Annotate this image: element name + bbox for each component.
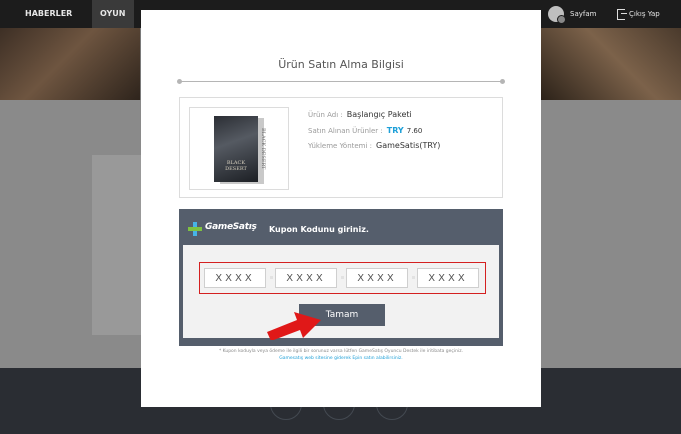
- product-name-value: Başlangıç Paketi: [346, 110, 412, 119]
- product-price-label: Satın Alınan Ürünler :: [308, 127, 383, 135]
- gamesatis-logo: GameSatış: [188, 221, 262, 237]
- logout-link[interactable]: Çıkış Yap: [629, 0, 660, 28]
- gamesatis-plus-icon: [188, 222, 202, 236]
- coupon-code-input-4[interactable]: [417, 268, 479, 288]
- coupon-form: Tamam: [183, 245, 499, 338]
- input-separator: [341, 276, 344, 279]
- purchase-info-modal: Ürün Satın Alma Bilgisi BLACK DESERT BLA…: [141, 10, 541, 407]
- game-box-title: BLACK DESERT: [225, 160, 247, 172]
- nav-item-oyun[interactable]: OYUN: [92, 0, 134, 28]
- coupon-code-input-3[interactable]: [346, 268, 408, 288]
- game-box-side-title: BLACK DESERT: [260, 128, 266, 170]
- nav-item-haberler[interactable]: HABERLER: [25, 0, 72, 28]
- product-name-row: Ürün Adı : Başlangıç Paketi: [308, 110, 412, 119]
- input-separator: [270, 276, 273, 279]
- epin-link[interactable]: Gamesatış web sitesine giderek Epin satı…: [141, 356, 541, 361]
- product-image: BLACK DESERT BLACK DESERT: [189, 107, 289, 190]
- pointer-arrow-icon: [267, 312, 321, 340]
- profile-link[interactable]: Sayfam: [570, 0, 596, 28]
- product-price-row: Satın Alınan Ürünler : TRY 7.60: [308, 126, 422, 135]
- payment-method-label: Yükleme Yöntemi :: [308, 142, 373, 150]
- modal-title: Ürün Satın Alma Bilgisi: [278, 58, 404, 71]
- input-separator: [412, 276, 415, 279]
- hero-banner-right: [541, 28, 681, 100]
- hero-banner-left: [0, 28, 140, 100]
- payment-method-value: GameSatis(TRY): [376, 141, 441, 150]
- support-note: * Kupon koduyla veya ödeme ile ilgili bi…: [218, 349, 464, 354]
- coupon-code-input-1[interactable]: [204, 268, 266, 288]
- coupon-code-input-2[interactable]: [275, 268, 337, 288]
- gamesatis-logo-text: GameSatış: [205, 222, 257, 232]
- avatar[interactable]: [548, 6, 566, 24]
- logout-icon[interactable]: [617, 9, 627, 20]
- product-price-currency: TRY: [386, 126, 404, 135]
- product-name-label: Ürün Adı :: [308, 111, 343, 119]
- product-price-value: 7.60: [406, 127, 423, 135]
- payment-method-row: Yükleme Yöntemi : GameSatis(TRY): [308, 141, 440, 150]
- game-box-art: BLACK DESERT: [214, 116, 258, 182]
- coupon-panel: GameSatış Kupon Kodunu giriniz. Tamam: [179, 209, 503, 346]
- coupon-heading: Kupon Kodunu giriniz.: [269, 225, 369, 234]
- background-panel: [92, 155, 142, 335]
- title-divider: [177, 79, 505, 84]
- coupon-code-group: [199, 262, 486, 294]
- product-summary: BLACK DESERT BLACK DESERT Ürün Adı : Başl…: [179, 97, 503, 198]
